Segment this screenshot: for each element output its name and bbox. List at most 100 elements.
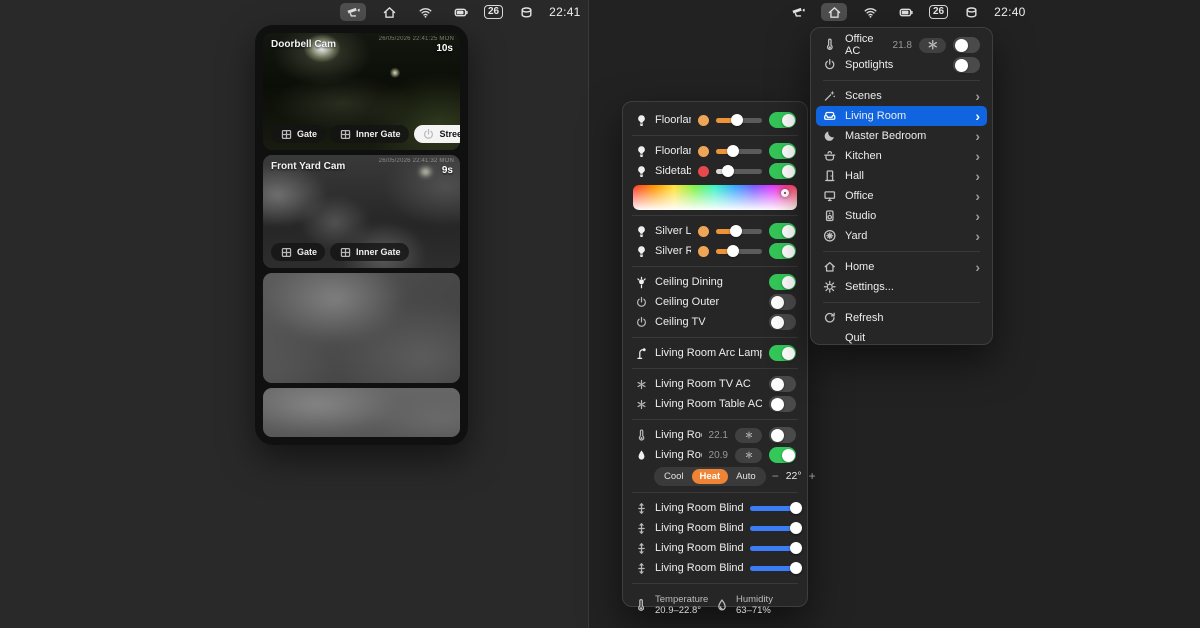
chevron-right-icon: › bbox=[975, 148, 980, 164]
cctv-camera-icon[interactable] bbox=[340, 3, 366, 21]
cooking-pot-icon bbox=[823, 149, 837, 163]
menu-item-yard[interactable]: Yard › bbox=[816, 226, 987, 246]
color-picker-gradient[interactable] bbox=[633, 185, 797, 210]
battery-icon[interactable] bbox=[893, 3, 919, 21]
temp-minus-button[interactable]: − bbox=[772, 469, 779, 483]
home-icon[interactable] bbox=[821, 3, 847, 21]
divider bbox=[823, 80, 980, 81]
brightness-slider[interactable] bbox=[716, 225, 762, 237]
menu-item-scenes[interactable]: Scenes › bbox=[816, 86, 987, 106]
power-toggle[interactable] bbox=[769, 345, 796, 361]
menu-item-living-room[interactable]: Living Room › bbox=[816, 106, 987, 126]
screenshot-divider bbox=[588, 0, 589, 628]
power-toggle[interactable] bbox=[953, 57, 980, 73]
device-label: Living Room Arc Lamp bbox=[655, 347, 762, 359]
power-toggle[interactable] bbox=[769, 163, 796, 179]
menu-item-home[interactable]: Home › bbox=[816, 257, 987, 277]
divider bbox=[823, 251, 980, 252]
battery-icon[interactable] bbox=[448, 3, 474, 21]
color-swatch[interactable] bbox=[698, 114, 709, 126]
clock[interactable]: 22:40 bbox=[994, 5, 1026, 19]
color-swatch[interactable] bbox=[698, 145, 709, 157]
gate-button[interactable]: Gate bbox=[271, 243, 326, 261]
brightness-slider[interactable] bbox=[716, 114, 762, 126]
menu-item-master-bedroom[interactable]: Master Bedroom › bbox=[816, 126, 987, 146]
power-toggle[interactable] bbox=[769, 447, 796, 463]
device-label: Office AC bbox=[845, 33, 874, 57]
mode-auto-button[interactable]: Auto bbox=[728, 469, 764, 484]
menu-item-hall[interactable]: Hall › bbox=[816, 166, 987, 186]
brightness-slider[interactable] bbox=[716, 165, 762, 177]
wifi-icon[interactable] bbox=[857, 3, 883, 21]
fan-icon bbox=[634, 397, 648, 411]
chevron-right-icon: › bbox=[975, 128, 980, 144]
home-icon[interactable] bbox=[376, 3, 402, 21]
power-toggle[interactable] bbox=[769, 427, 796, 443]
camera-feed-doorbell[interactable]: Doorbell Cam 26/05/2026 22:41:25 MON 10s… bbox=[263, 33, 460, 150]
camera-name: Doorbell Cam bbox=[271, 39, 337, 50]
menu-item-settings[interactable]: Settings... bbox=[816, 277, 987, 297]
menu-item-studio[interactable]: Studio › bbox=[816, 206, 987, 226]
row-sidetable: Sidetable bbox=[632, 161, 798, 181]
power-toggle[interactable] bbox=[769, 143, 796, 159]
menu-item-office[interactable]: Office › bbox=[816, 186, 987, 206]
fan-icon bbox=[634, 377, 648, 391]
speaker-icon bbox=[823, 209, 837, 223]
wifi-icon[interactable] bbox=[412, 3, 438, 21]
street-outside-button[interactable]: Street Outside bbox=[413, 125, 460, 143]
power-toggle[interactable] bbox=[769, 223, 796, 239]
power-toggle[interactable] bbox=[769, 274, 796, 290]
blind-icon bbox=[634, 561, 648, 575]
fan-mode-button[interactable] bbox=[735, 447, 762, 463]
inner-gate-button[interactable]: Inner Gate bbox=[330, 125, 409, 143]
menu-item-kitchen[interactable]: Kitchen › bbox=[816, 146, 987, 166]
brightness-slider[interactable] bbox=[716, 245, 762, 257]
clock[interactable]: 22:41 bbox=[549, 5, 581, 19]
gate-icon bbox=[279, 127, 293, 141]
bulb-icon bbox=[634, 224, 648, 238]
stack-icon[interactable] bbox=[958, 3, 984, 21]
color-picker-handle[interactable] bbox=[781, 189, 789, 197]
bulb-icon bbox=[634, 244, 648, 258]
menu-item-quit[interactable]: Quit bbox=[816, 328, 987, 348]
camera-image bbox=[263, 273, 460, 383]
power-toggle[interactable] bbox=[953, 37, 980, 53]
power-toggle[interactable] bbox=[769, 314, 796, 330]
sensor-label: Humidity bbox=[736, 594, 773, 605]
fan-mode-button[interactable] bbox=[735, 427, 762, 443]
calendar-date-icon[interactable]: 26 bbox=[929, 5, 949, 19]
gate-button[interactable]: Gate bbox=[271, 125, 326, 143]
fan-mode-button[interactable] bbox=[919, 37, 946, 53]
blind-position-slider[interactable] bbox=[750, 542, 802, 554]
color-swatch[interactable] bbox=[698, 165, 709, 177]
power-toggle[interactable] bbox=[769, 243, 796, 259]
calendar-date-icon[interactable]: 26 bbox=[484, 5, 504, 19]
blind-position-slider[interactable] bbox=[750, 522, 802, 534]
ceiling-light-icon bbox=[634, 275, 648, 289]
temp-plus-button[interactable]: + bbox=[809, 469, 816, 483]
color-swatch[interactable] bbox=[698, 225, 709, 237]
power-toggle[interactable] bbox=[769, 396, 796, 412]
stack-icon[interactable] bbox=[513, 3, 539, 21]
camera-feed-blurred[interactable] bbox=[263, 388, 460, 437]
power-toggle[interactable] bbox=[769, 294, 796, 310]
brightness-slider[interactable] bbox=[716, 145, 762, 157]
camera-feed-blurred[interactable] bbox=[263, 273, 460, 383]
row-silver-right: Silver Right bbox=[632, 241, 798, 261]
camera-panel: Doorbell Cam 26/05/2026 22:41:25 MON 10s… bbox=[255, 25, 468, 445]
power-toggle[interactable] bbox=[769, 112, 796, 128]
inner-gate-button[interactable]: Inner Gate bbox=[330, 243, 409, 261]
row-tv-climate: Living Room TV... 22.1 bbox=[632, 425, 798, 445]
power-toggle[interactable] bbox=[769, 376, 796, 392]
color-swatch[interactable] bbox=[698, 245, 709, 257]
menu-item-refresh[interactable]: Refresh bbox=[816, 308, 987, 328]
blind-position-slider[interactable] bbox=[750, 562, 802, 574]
blind-position-slider[interactable] bbox=[750, 502, 802, 514]
mode-heat-button[interactable]: Heat bbox=[691, 468, 729, 484]
mode-cool-button[interactable]: Cool bbox=[656, 469, 692, 484]
hvac-mode-segment: Cool Heat Auto bbox=[654, 466, 766, 486]
fan-icon bbox=[742, 448, 756, 462]
monitor-icon bbox=[823, 189, 837, 203]
camera-feed-front-yard[interactable]: Front Yard Cam 26/05/2026 22:41:32 MON 9… bbox=[263, 155, 460, 268]
cctv-camera-icon[interactable] bbox=[785, 3, 811, 21]
